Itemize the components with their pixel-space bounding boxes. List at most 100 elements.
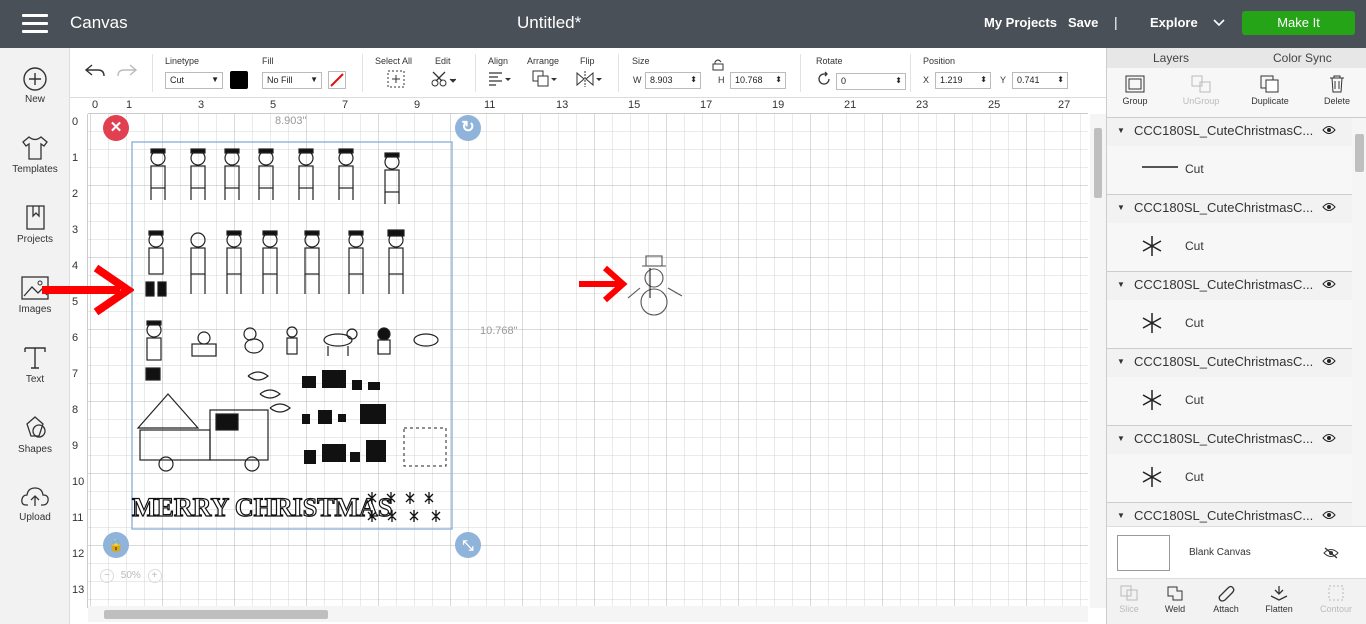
toolbar-divider (618, 54, 619, 92)
blank-canvas-row[interactable]: Blank Canvas (1107, 526, 1366, 578)
flip-icon[interactable] (575, 70, 603, 88)
layer-name: CCC180SL_CuteChristmasC... (1134, 200, 1314, 215)
linetype-select[interactable]: Cut ▼ (165, 72, 223, 89)
sidebar-item-shapes[interactable]: Shapes (0, 414, 70, 455)
layer-tools: Group UnGroup Duplicate Delete (1107, 68, 1366, 118)
layer-child[interactable]: Cut (1107, 454, 1352, 502)
selection-overlay: MERRY CHRISTMAS (131, 141, 683, 530)
layers-scrollbar[interactable] (1352, 118, 1366, 526)
slice-icon (1120, 585, 1138, 601)
slice-button[interactable]: Slice (1107, 584, 1151, 614)
edit-scissors-icon[interactable] (430, 70, 456, 88)
redo-icon[interactable] (116, 63, 138, 79)
eye-icon[interactable] (1322, 433, 1336, 443)
rotate-handle-icon[interactable]: ↻ (455, 115, 481, 141)
delete-button[interactable]: Delete (1315, 74, 1359, 106)
eye-icon[interactable] (1322, 356, 1336, 366)
snowflake-icon (1142, 390, 1162, 410)
lock-proportion-icon[interactable]: 🔒 (103, 532, 129, 558)
arrange-icon[interactable] (532, 70, 558, 88)
canvas-vertical-scrollbar[interactable] (1090, 114, 1106, 608)
eye-icon[interactable] (1322, 279, 1336, 289)
my-projects-link[interactable]: My Projects (984, 15, 1057, 30)
duplicate-icon (1260, 75, 1279, 93)
layer-child[interactable]: Cut (1107, 377, 1352, 425)
x-position-value: 1.219 (940, 75, 963, 85)
fill-color-swatch[interactable] (328, 71, 346, 89)
width-input[interactable]: 8.903 ⬍ (645, 72, 701, 89)
snowman-graphic (627, 255, 683, 316)
weld-button[interactable]: Weld (1153, 584, 1197, 614)
eye-hidden-icon[interactable] (1323, 547, 1339, 559)
linetype-color-swatch[interactable] (230, 71, 248, 89)
attach-button[interactable]: Attach (1204, 584, 1248, 614)
duplicate-button[interactable]: Duplicate (1248, 74, 1292, 106)
eye-icon[interactable] (1322, 125, 1336, 135)
design-canvas[interactable]: 0 1 3 5 7 9 11 13 15 17 19 21 23 25 27 0 1 2 3 4 5 6 7 8 9 10 11 1… (70, 98, 1106, 624)
x-position-input[interactable]: 1.219 ⬍ (935, 72, 991, 89)
sidebar-item-upload[interactable]: Upload (0, 484, 70, 523)
layer-group[interactable]: ▼ CCC180SL_CuteChristmasC... Cut (1107, 349, 1352, 426)
layer-child[interactable]: Cut (1107, 146, 1352, 194)
sidebar-item-new[interactable]: New (0, 66, 70, 105)
sidebar-item-label: New (24, 94, 45, 105)
bottom-tools: Slice Weld Attach Flatten Contour (1107, 578, 1366, 624)
group-button[interactable]: Group (1113, 74, 1157, 106)
sidebar-item-templates[interactable]: Templates (0, 134, 70, 175)
eye-icon[interactable] (1322, 510, 1336, 520)
sidebar-item-projects[interactable]: Projects (0, 204, 70, 245)
select-all-icon[interactable] (387, 70, 405, 88)
flatten-button[interactable]: Flatten (1257, 584, 1301, 614)
layer-child[interactable]: Cut (1107, 300, 1352, 348)
delete-selection-button[interactable]: ✕ (103, 115, 129, 141)
height-dimension-label: 10.768" (480, 325, 518, 337)
layer-group[interactable]: ▼ CCC180SL_CuteChristmasC... (1107, 503, 1352, 526)
layer-child-label: Cut (1185, 316, 1204, 330)
collapse-caret-icon[interactable]: ▼ (1117, 511, 1125, 520)
contour-button[interactable]: Contour (1314, 584, 1358, 614)
layer-group[interactable]: ▼ CCC180SL_CuteChristmasC... Cut (1107, 272, 1352, 349)
flip-label: Flip (580, 56, 595, 66)
explore-dropdown[interactable]: Explore (1150, 15, 1225, 30)
layer-group[interactable]: ▼ CCC180SL_CuteChristmasC... Cut (1107, 118, 1352, 195)
left-sidebar: New Templates Projects Images Text Shape… (0, 48, 70, 624)
height-input[interactable]: 10.768 ⬍ (730, 72, 786, 89)
zoom-level: 50% (120, 570, 141, 581)
layer-child[interactable]: Cut (1107, 223, 1352, 271)
blank-canvas-swatch[interactable] (1117, 535, 1170, 571)
y-position-value: 0.741 (1017, 75, 1040, 85)
sidebar-item-text[interactable]: Text (0, 344, 70, 385)
document-title[interactable]: Untitled* (517, 13, 581, 33)
eye-icon[interactable] (1322, 202, 1336, 212)
collapse-caret-icon[interactable]: ▼ (1117, 203, 1125, 212)
layer-group[interactable]: ▼ CCC180SL_CuteChristmasC... Cut (1107, 195, 1352, 272)
hamburger-menu-icon[interactable] (22, 14, 48, 34)
make-it-button[interactable]: Make It (1242, 11, 1355, 35)
trash-icon (1330, 75, 1344, 93)
rotate-icon (818, 71, 830, 85)
resize-handle-icon[interactable]: ⤡ (455, 532, 481, 558)
zoom-in-button[interactable]: + (147, 569, 162, 583)
lock-icon[interactable] (712, 58, 724, 71)
rotate-input[interactable]: 0 ⬍ (836, 73, 906, 90)
rotate-value: 0 (841, 76, 847, 86)
fill-select[interactable]: No Fill ▼ (262, 72, 322, 89)
layer-group[interactable]: ▼ CCC180SL_CuteChristmasC... Cut (1107, 426, 1352, 503)
y-label: Y (1000, 75, 1007, 85)
collapse-caret-icon[interactable]: ▼ (1117, 126, 1125, 135)
ungroup-button[interactable]: UnGroup (1179, 74, 1223, 106)
height-label: H (718, 75, 725, 85)
fill-label: Fill (262, 56, 274, 66)
tab-color-sync[interactable]: Color Sync (1273, 51, 1332, 65)
tab-layers[interactable]: Layers (1153, 51, 1189, 65)
collapse-caret-icon[interactable]: ▼ (1117, 357, 1125, 366)
zoom-out-button[interactable]: − (100, 569, 114, 583)
collapse-caret-icon[interactable]: ▼ (1117, 434, 1125, 443)
align-icon[interactable] (488, 71, 512, 87)
canvas-horizontal-scrollbar[interactable] (88, 606, 1088, 622)
save-button[interactable]: Save (1068, 15, 1098, 30)
linetype-value: Cut (170, 75, 185, 85)
collapse-caret-icon[interactable]: ▼ (1117, 280, 1125, 289)
undo-icon[interactable] (84, 63, 106, 79)
y-position-input[interactable]: 0.741 ⬍ (1012, 72, 1068, 89)
